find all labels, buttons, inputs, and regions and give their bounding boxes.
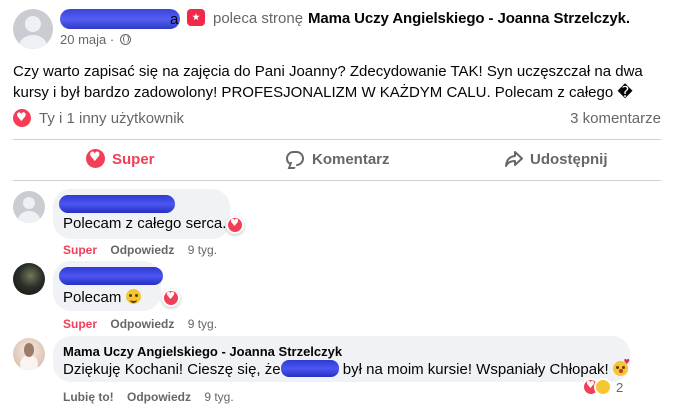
comment-reply-action[interactable]: Odpowiedz [110, 317, 174, 331]
upside-down-face-emoji-icon [125, 289, 141, 304]
post-date[interactable]: 20 maja [60, 32, 106, 47]
post-body: Czy warto zapisać się na zajęcia do Pani… [13, 63, 643, 101]
comment-bubble: Polecam [53, 261, 163, 311]
page-avatar[interactable] [13, 338, 45, 370]
comment-love-reaction-icon[interactable] [226, 216, 244, 234]
page-name-period: . [625, 10, 630, 27]
reactions-row: Ty i 1 inny użytkownik 3 komentarze [13, 109, 661, 129]
divider-top [13, 139, 661, 140]
love-icon [86, 149, 105, 168]
comment-time[interactable]: 9 tyg. [188, 243, 217, 257]
redacted-commenter-name [59, 267, 163, 285]
comment-love-action[interactable]: Super [63, 317, 97, 331]
comment-bubble: Polecam z całego serca. [53, 189, 230, 239]
comment-icon [286, 151, 304, 166]
page-name-link[interactable]: Mama Uczy Angielskiego - Joanna Strzelcz… [308, 10, 630, 27]
commenter-avatar[interactable] [13, 191, 45, 223]
comment-reply-action[interactable]: Odpowiedz [110, 243, 174, 257]
comment-time[interactable]: 9 tyg. [188, 317, 217, 331]
comment-text: Polecam z całego serca. [63, 215, 227, 232]
commenter-avatar[interactable] [13, 263, 45, 295]
comment-reaction-count: 2 [616, 380, 624, 395]
reaction-summary[interactable]: Ty i 1 inny użytkownik [39, 110, 184, 127]
page-name-label[interactable]: Mama Uczy Angielskiego - Joanna Strzelcz… [308, 10, 626, 27]
comment-text: Dziękuję Kochani! Cieszę się, że był na … [63, 358, 630, 378]
redacted-commenter-name [59, 195, 175, 213]
redacted-author-name [60, 9, 180, 29]
recommendation-post: a poleca stronę Mama Uczy Angielskiego -… [0, 0, 674, 412]
love-reaction-icon[interactable] [13, 109, 31, 127]
laugh-reaction-icon [594, 378, 612, 396]
recommends-text: poleca stronę [213, 10, 304, 27]
meta-separator: · [109, 32, 115, 47]
comment-time[interactable]: 9 tyg. [204, 390, 233, 404]
author-name-suffix: a [170, 11, 179, 28]
recommendation-icon [187, 9, 205, 26]
redacted-mention [280, 360, 339, 377]
face-blowing-kiss-emoji-icon: ♥ [612, 358, 630, 376]
comment-bubble: Mama Uczy Angielskiego - Joanna Strzelcz… [53, 336, 630, 382]
author-avatar[interactable] [13, 9, 53, 49]
share-button-label: Udostępnij [530, 151, 608, 168]
globe-icon [119, 34, 131, 45]
comment-text-content: Polecam [63, 289, 122, 306]
comment-text-after: był na moim kursie! Wspaniały Chłopak! [342, 361, 609, 378]
comment-button-label: Komentarz [312, 151, 390, 168]
comment-actions: Super Odpowiedz 9 tyg. [63, 243, 227, 257]
comment-actions: Lubię to! Odpowiedz 9 tyg. [63, 390, 244, 404]
love-button-label: Super [112, 151, 155, 168]
comment-author[interactable]: Mama Uczy Angielskiego - Joanna Strzelcz… [63, 344, 342, 359]
comment-love-action[interactable]: Super [63, 243, 97, 257]
comment-text: Polecam [63, 289, 141, 306]
comment-love-reaction-icon[interactable] [162, 289, 180, 307]
comment-actions: Super Odpowiedz 9 tyg. [63, 317, 227, 331]
comment-reply-action[interactable]: Odpowiedz [127, 390, 191, 404]
comment-text-before: Dziękuję Kochani! Cieszę się, że [63, 361, 281, 378]
comment-like-action[interactable]: Lubię to! [63, 390, 114, 404]
share-icon [505, 151, 523, 167]
divider-bottom [13, 180, 661, 181]
comment-count[interactable]: 3 komentarze [570, 110, 661, 127]
post-meta: 20 maja · [60, 32, 131, 47]
comment-reactions[interactable]: 2 [582, 378, 632, 398]
